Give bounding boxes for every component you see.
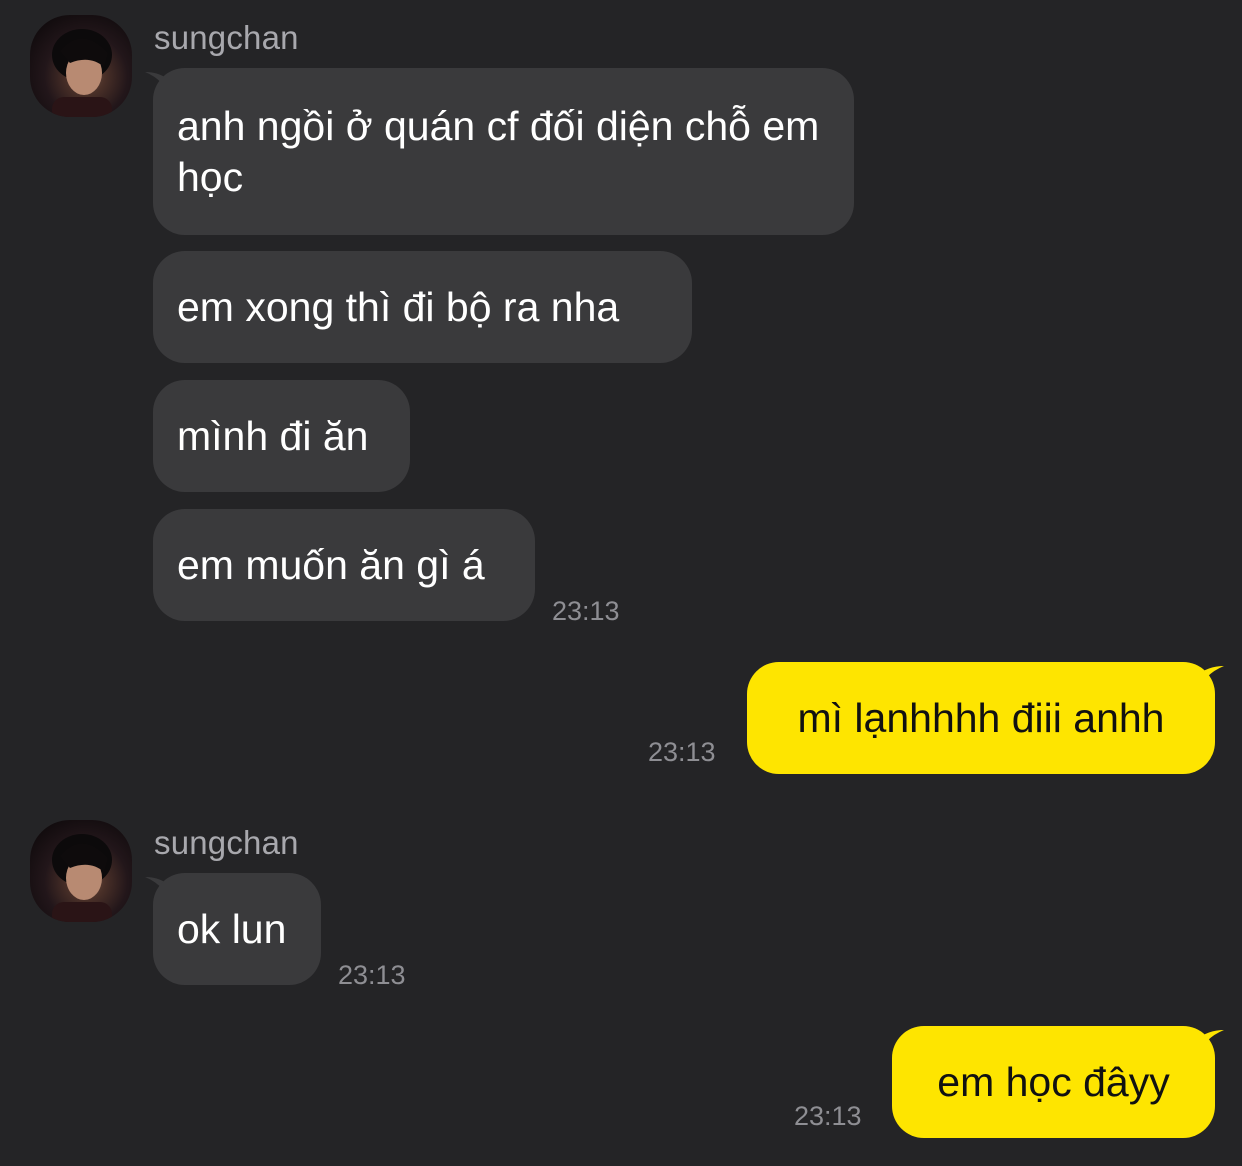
sender-name: sungchan xyxy=(154,824,299,861)
message-bubble-outgoing[interactable]: mì lạnhhhh điii anhh xyxy=(747,662,1215,774)
avatar-photo-icon xyxy=(52,834,112,922)
message-bubble-incoming[interactable]: em xong thì đi bộ ra nha xyxy=(153,251,692,363)
message-text: anh ngồi ở quán cf đối diện chỗ em học xyxy=(177,102,820,200)
bubble-tail xyxy=(1196,666,1224,694)
message-text: ok lun xyxy=(177,905,287,952)
message-timestamp: 23:13 xyxy=(338,960,406,990)
message-bubble-incoming[interactable]: ok lun xyxy=(153,873,321,985)
message-text: em xong thì đi bộ ra nha xyxy=(177,283,620,330)
contact-avatar[interactable] xyxy=(30,15,132,117)
message-text: mì lạnhhhh điii anhh xyxy=(797,694,1165,741)
sender-name: sungchan xyxy=(154,19,299,56)
message-bubble-incoming[interactable]: mình đi ăn xyxy=(153,380,410,492)
message-text: em muốn ăn gì á xyxy=(177,541,485,588)
message-bubble-incoming[interactable]: anh ngồi ở quán cf đối diện chỗ em học xyxy=(153,68,854,235)
bubble-tail xyxy=(1196,1030,1224,1058)
message-bubble-incoming[interactable]: em muốn ăn gì á xyxy=(153,509,535,621)
message-timestamp: 23:13 xyxy=(648,737,716,767)
message-text: mình đi ăn xyxy=(177,412,369,459)
message-bubble-outgoing[interactable]: em học đâyy xyxy=(892,1026,1215,1138)
avatar-photo-icon xyxy=(52,29,112,117)
message-timestamp: 23:13 xyxy=(794,1101,862,1131)
message-text: em học đâyy xyxy=(937,1058,1170,1105)
contact-avatar[interactable] xyxy=(30,820,132,922)
message-timestamp: 23:13 xyxy=(552,596,620,626)
